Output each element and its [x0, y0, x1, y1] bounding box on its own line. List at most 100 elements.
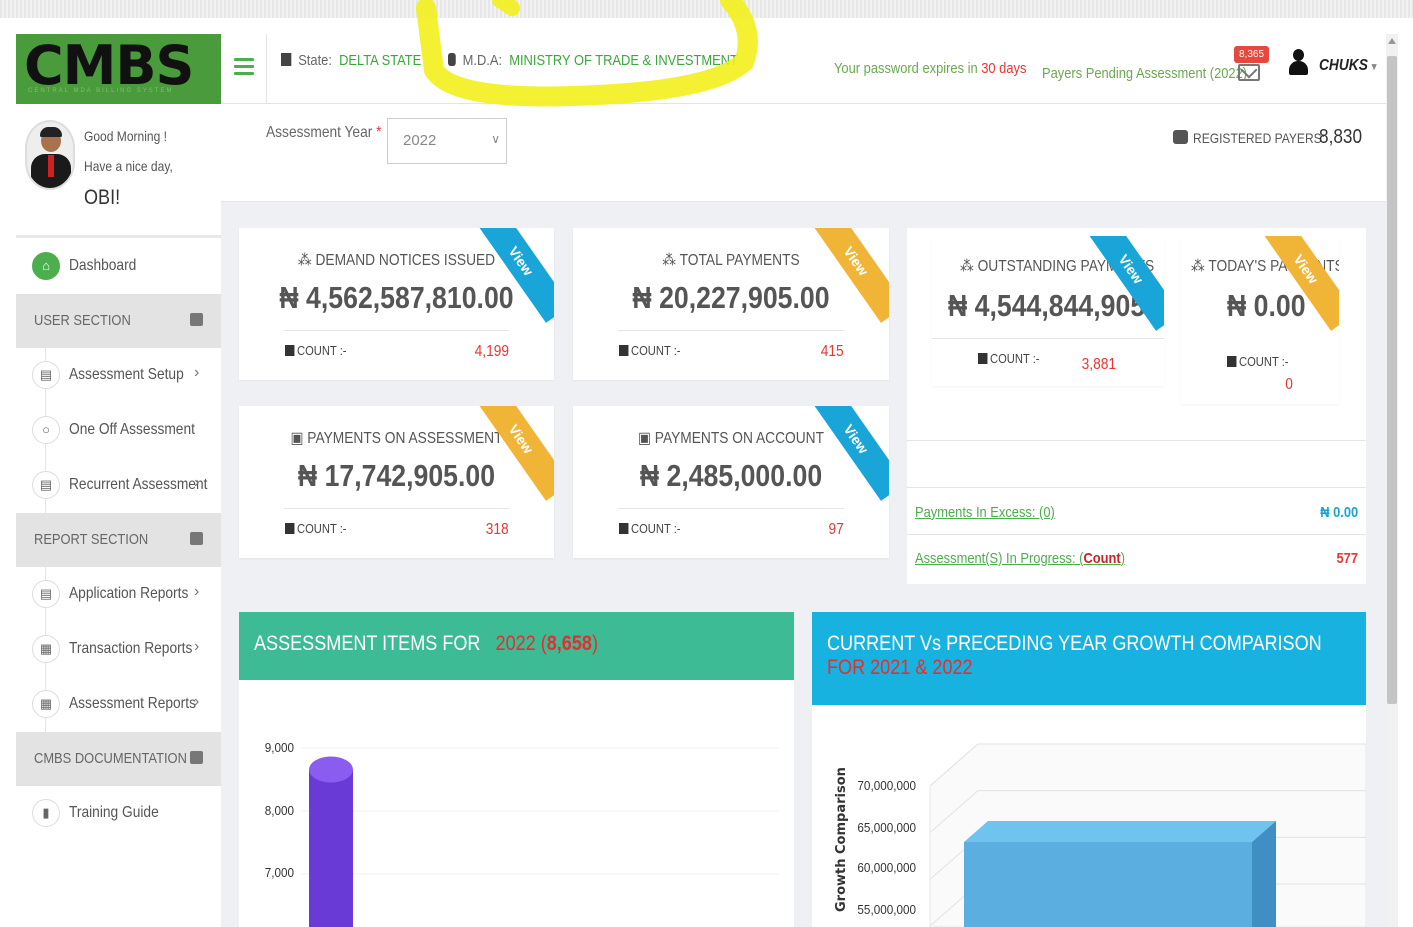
payments-in-excess-link[interactable]: Payments In Excess: (0) [915, 504, 1055, 521]
scroll-thumb[interactable] [1387, 56, 1397, 704]
assessments-in-progress-close: ) [1120, 550, 1126, 567]
payers-pending-link[interactable]: Payers Pending Assessment (2022) [1042, 65, 1247, 82]
assessments-in-progress-link[interactable]: Assessment(S) In Progress: (Count) [915, 550, 1125, 567]
list-icon: ▤ [32, 361, 60, 389]
card-count-label: COUNT :- [1227, 354, 1288, 369]
logo-text: CMBS [24, 34, 194, 97]
sidebar-item-dashboard[interactable]: ⌂ Dashboard [16, 239, 221, 294]
avatar-tie [48, 155, 54, 177]
sidebar-item-one-off-assessment[interactable]: ○ One Off Assessment [16, 403, 221, 458]
assessment-year-label-text: Assessment Year [266, 124, 373, 141]
registered-payers-label: REGISTERED PAYERS: [1193, 130, 1326, 146]
panel-divider [907, 487, 1366, 488]
assessments-in-progress-value: 577 [1336, 550, 1358, 567]
card-title-text: TOTAL PAYMENTS [679, 252, 800, 269]
chevron-right-icon: › [194, 583, 200, 600]
home-icon: ⌂ [32, 252, 60, 280]
users-icon [190, 313, 203, 326]
section-header-documentation: CMBS DOCUMENTATION [16, 732, 221, 786]
sidebar-item-assessment-reports[interactable]: ▦ Assessment Reports › [16, 677, 221, 732]
y-tick-label: 9,000 [264, 740, 294, 755]
assessment-items-chart [301, 747, 779, 927]
y-tick-label: 70,000,000 [857, 778, 916, 793]
card-count: 4,199 [474, 343, 509, 360]
card-divider [284, 330, 509, 331]
envelope-icon[interactable] [1238, 64, 1260, 81]
card-count-label: COUNT :- [285, 343, 346, 358]
state-indicator: State: DELTA STATE [281, 52, 421, 69]
card-outstanding-payments: ⁂ OUTSTANDING PAYMENTS ₦ 4,544,844,905.0… [932, 236, 1164, 386]
vertical-scrollbar[interactable] [1386, 34, 1398, 927]
avatar-hair [40, 127, 62, 137]
top-header: CMBS CENTRAL MDA BILLING SYSTEM State: D… [16, 34, 1386, 104]
growth-comparison-panel: CURRENT Vs PRECEDING YEAR GROWTH COMPARI… [812, 612, 1366, 927]
assessment-year-label: Assessment Year * [266, 124, 382, 142]
assessment-year-select[interactable]: 2022 ∨ [387, 118, 507, 164]
assessments-in-progress-count-word: Count [1083, 550, 1121, 567]
avatar [25, 120, 75, 190]
menu-toggle-button[interactable] [234, 54, 254, 80]
card-payments-on-account: ▣ PAYMENTS ON ACCOUNT ₦ 2,485,000.00 COU… [573, 406, 889, 558]
card-amount: ₦ 20,227,905.00 [632, 280, 830, 315]
panel-divider [907, 534, 1366, 535]
circle-icon: ○ [32, 416, 60, 444]
card-divider [284, 508, 509, 509]
sidebar-item-recurrent-assessment[interactable]: ▤ Recurrent Assessment › [16, 458, 221, 513]
card-title: ▣ PAYMENTS ON ACCOUNT [637, 430, 825, 447]
sidebar-item-label: Dashboard [69, 257, 137, 274]
card-count-label: COUNT :- [978, 351, 1039, 366]
scroll-up-arrow-icon[interactable] [1388, 38, 1396, 44]
sidebar-item-label: Training Guide [69, 804, 159, 821]
sidebar-item-training-guide[interactable]: ▮ Training Guide [16, 786, 221, 841]
growth-comparison-chart [929, 743, 1366, 927]
sidebar-item-assessment-setup[interactable]: ▤ Assessment Setup › [16, 348, 221, 403]
assessment-year-value: 2022 [403, 132, 437, 149]
book-icon: ▮ [32, 799, 60, 827]
card-amount: ₦ 4,544,844,905.00 [948, 288, 1164, 323]
caret-down-icon: ▾ [1371, 61, 1377, 73]
card-title: ⁂ TOTAL PAYMENTS [662, 252, 800, 269]
section-label: USER SECTION [34, 312, 131, 329]
card-count-label: COUNT :- [285, 521, 346, 536]
hamburger-line [234, 65, 254, 68]
bar-top-face [964, 821, 1276, 842]
pending-count-badge: 8,365 [1234, 46, 1270, 63]
chevron-right-icon: › [194, 364, 200, 381]
user-menu[interactable]: CHUKS ▾ [1319, 57, 1377, 75]
y-tick-label: 7,000 [264, 865, 294, 880]
bar-front-face [964, 842, 1252, 927]
card-divider [618, 508, 844, 509]
sidebar-item-label: Application Reports [69, 585, 189, 602]
sidebar-item-transaction-reports[interactable]: ▦ Transaction Reports › [16, 622, 221, 677]
mda-label: M.D.A: [462, 52, 503, 69]
user-icon[interactable] [1288, 49, 1308, 75]
card-title-text: PAYMENTS ON ACCOUNT [654, 430, 825, 447]
hamburger-icon [234, 58, 254, 61]
profile-panel: Good Morning ! Have a nice day, OBI! [16, 104, 221, 238]
chevron-right-icon: › [194, 638, 200, 655]
sidebar-item-application-reports[interactable]: ▤ Application Reports › [16, 567, 221, 622]
card-count-label: COUNT :- [619, 343, 680, 358]
inbox-icon [190, 532, 203, 545]
cmbs-logo[interactable]: CMBS CENTRAL MDA BILLING SYSTEM [16, 34, 221, 104]
bank-icon [281, 53, 292, 66]
section-header-report: REPORT SECTION [16, 513, 221, 567]
card-count: 3,881 [1081, 356, 1116, 373]
card-count: 415 [821, 343, 844, 360]
sidebar-item-label: One Off Assessment [69, 421, 195, 438]
card-title: ▣ PAYMENTS ON ASSESSMENT [290, 430, 503, 447]
card-demand-notices: ⁂ DEMAND NOTICES ISSUED ₦ 4,562,587,810.… [239, 228, 554, 380]
table-icon: ▦ [32, 635, 60, 663]
section-label: CMBS DOCUMENTATION [34, 750, 187, 767]
database-icon [448, 53, 456, 66]
card-divider [618, 330, 844, 331]
mda-value: MINISTRY OF TRADE & INVESTMENT [509, 52, 738, 69]
state-value: DELTA STATE [339, 52, 422, 69]
logo-subtitle: CENTRAL MDA BILLING SYSTEM [28, 88, 174, 94]
card-count-label: COUNT :- [619, 521, 680, 536]
bar-2022-top [309, 756, 353, 783]
chevron-right-icon: › [194, 693, 200, 710]
browser-top-strip [0, 0, 1413, 18]
assessment-items-panel: ASSESSMENT ITEMS FOR 2022 (8,658) 9,000 … [239, 612, 794, 927]
profile-name: OBI! [84, 186, 121, 209]
